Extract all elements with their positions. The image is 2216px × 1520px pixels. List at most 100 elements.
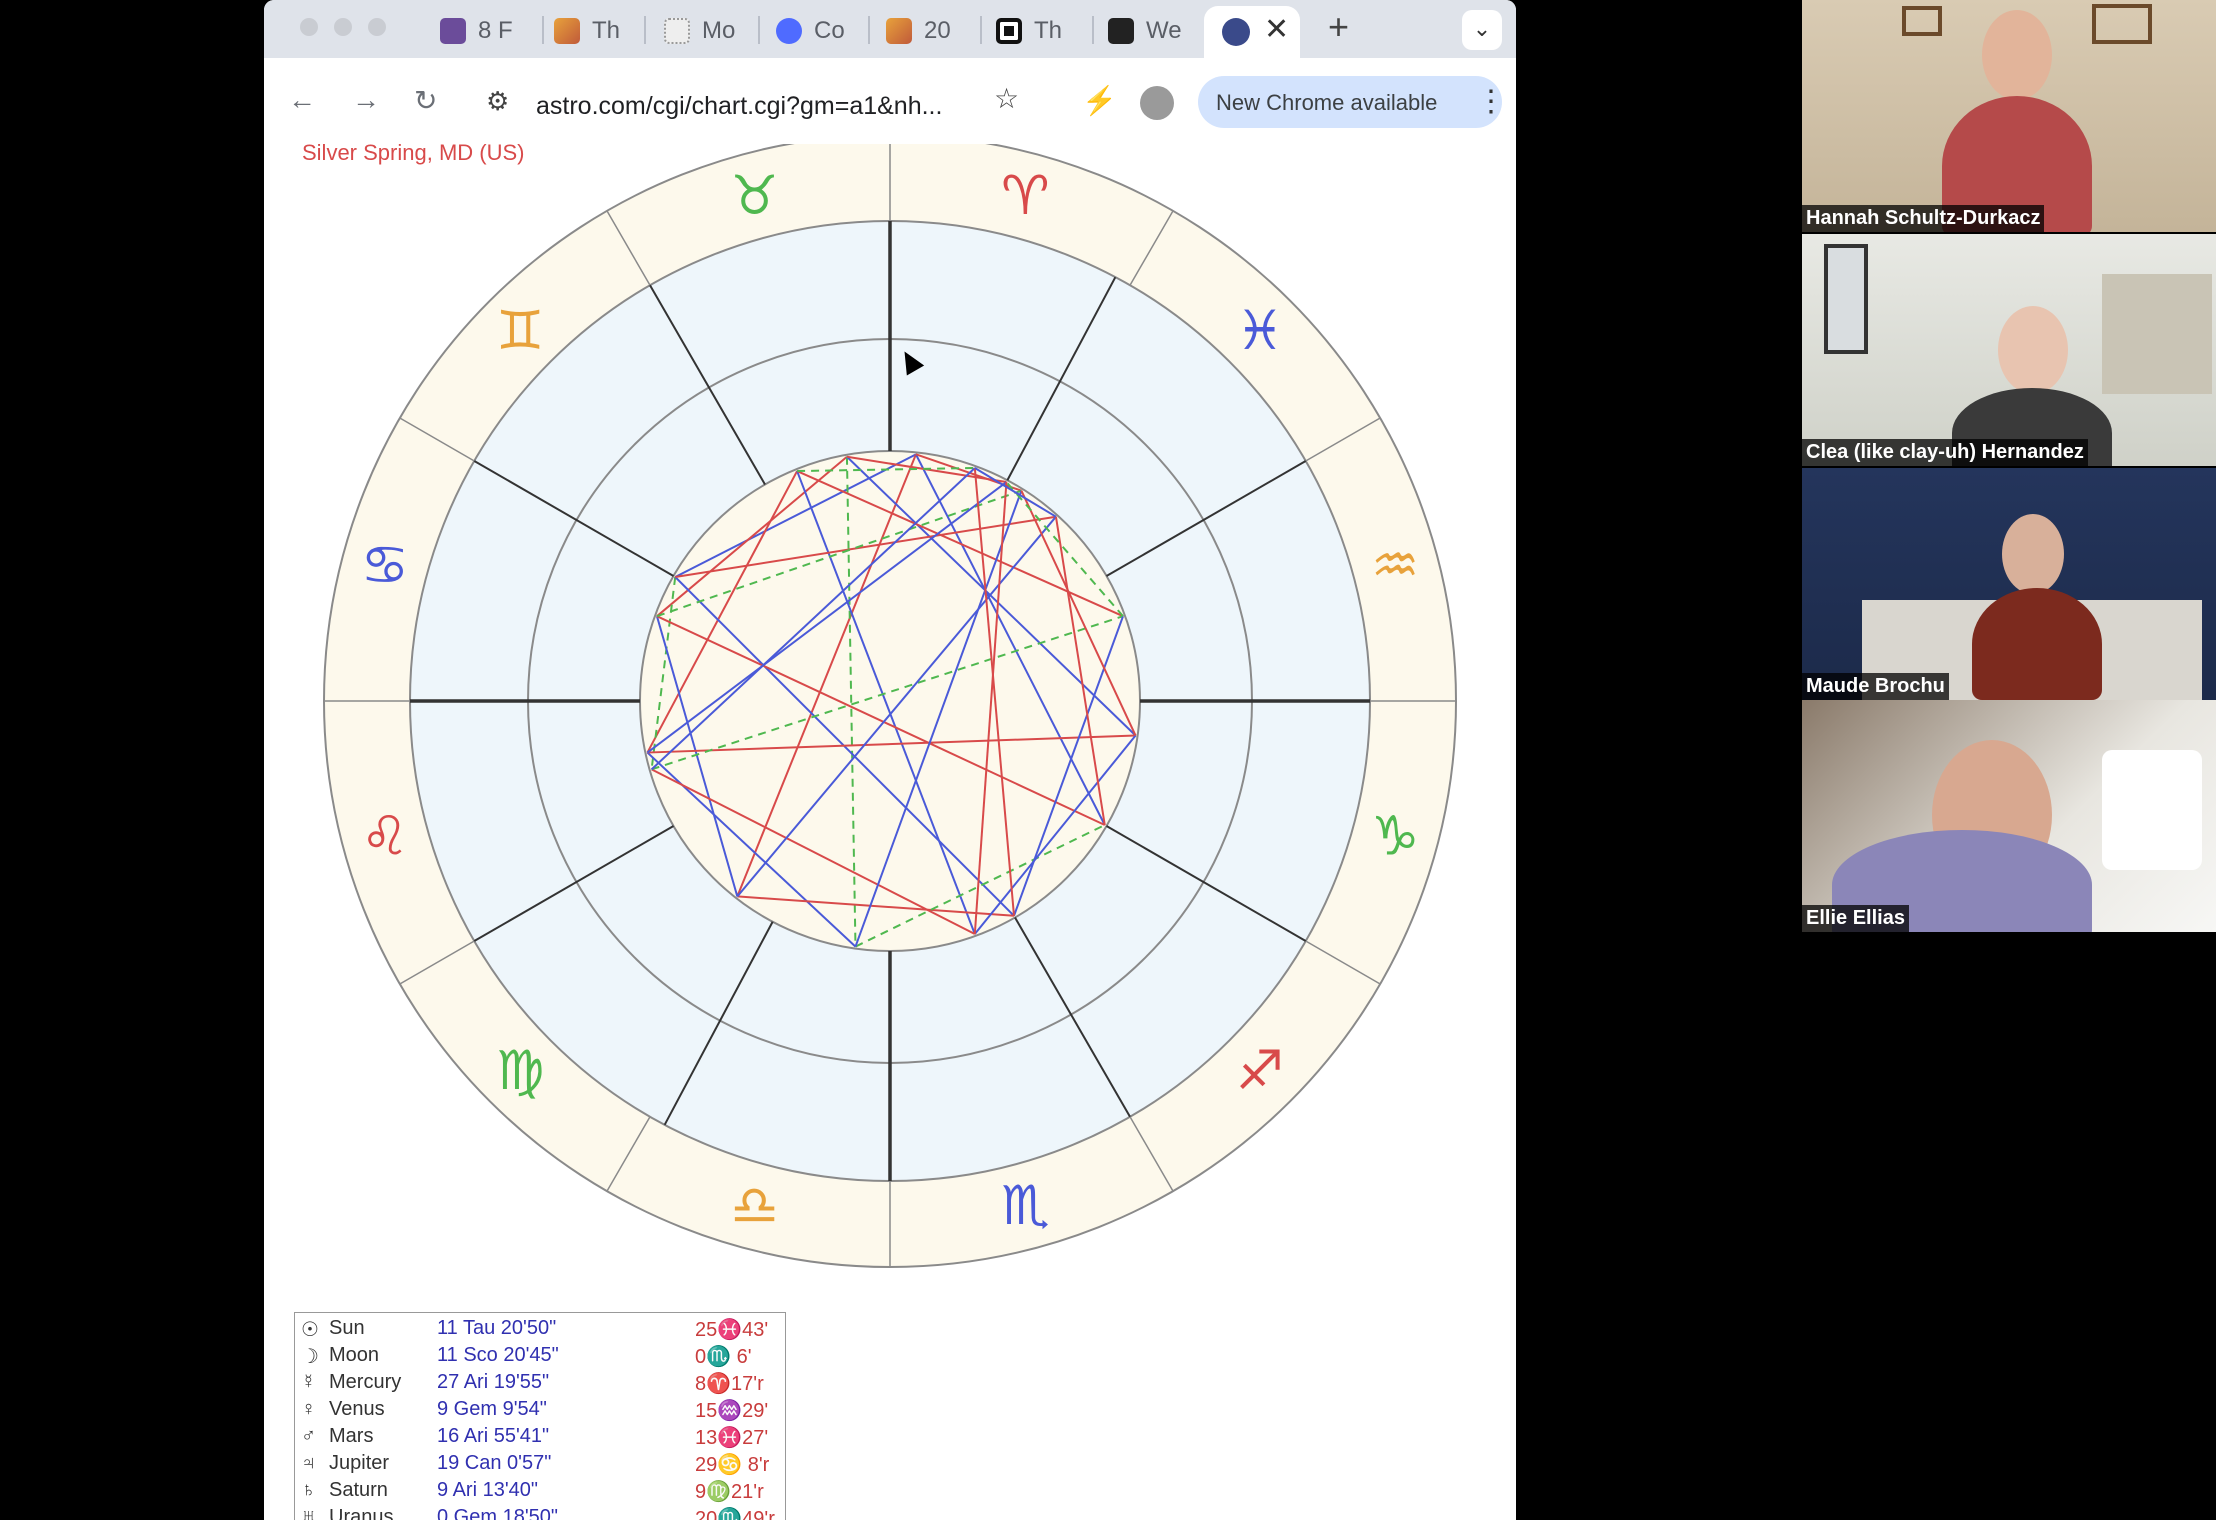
planet-name: Moon	[329, 1344, 380, 1366]
dots-icon	[664, 18, 690, 44]
browser-window: 8 F Th Mo Co 20 Th We ✕ + ⌄ ← → ↻ ⚙ astr…	[264, 0, 1516, 1520]
planet-name: Uranus	[329, 1506, 394, 1520]
kebab-menu-icon[interactable]: ⋮	[1476, 84, 1506, 119]
planet-name: Mercury	[329, 1371, 402, 1393]
participant-name: Maude Brochu	[1802, 673, 1949, 700]
active-tab[interactable]: ✕	[1204, 6, 1300, 58]
wall-frame	[2092, 4, 2152, 44]
tab-0[interactable]: 8 F	[440, 10, 513, 52]
url-text[interactable]: astro.com/cgi/chart.cgi?gm=a1&nh...	[536, 92, 942, 121]
rainbow-icon	[554, 18, 580, 44]
planet-transit: 8♈17'r	[695, 1373, 764, 1395]
web-page: ♉ ♈ ♓ ♒ ♑ ♐ ♏ ♎ ♍ ♌ ♋ ♊ Silver Spring, MD (US) ☉ Sun…	[264, 140, 1516, 1520]
planet-position-table: ☉ Sun 11 Tau 20'50" 25♓43' ☽ Moon 11 Sco 20'45…	[294, 1312, 786, 1520]
participant-name: Clea (like clay-uh) Hernandez	[1802, 439, 2088, 466]
site-settings-icon[interactable]: ⚙	[486, 86, 509, 117]
chart-location: Silver Spring, MD (US)	[302, 140, 525, 165]
zoom-window-button[interactable]	[368, 18, 386, 36]
planet-row: ♄ Saturn 9 Ari 13'40" 9♍21'r	[295, 1477, 787, 1504]
tab-label: Th	[1034, 17, 1063, 44]
planet-row: ♅ Uranus 0 Gem 18'50" 20♏49'r	[295, 1504, 787, 1520]
minimize-window-button[interactable]	[334, 18, 352, 36]
extension-icon[interactable]: ⚡	[1082, 84, 1117, 117]
planet-transit: 20♏49'r	[695, 1508, 775, 1520]
planet-glyph: ♀	[301, 1398, 316, 1420]
zodiac-sign-glyph: ♐	[1236, 1039, 1284, 1102]
wall-frame	[1824, 244, 1868, 354]
bookmark-star-icon[interactable]: ☆	[994, 82, 1019, 115]
profile-avatar[interactable]	[1140, 86, 1174, 120]
planet-transit: 29♋ 8'r	[695, 1454, 770, 1476]
tab-label: 20	[924, 17, 951, 44]
astro-favicon-icon	[1222, 18, 1250, 46]
wall-frame	[1902, 6, 1942, 36]
zodiac-sign-glyph: ♎	[730, 1174, 778, 1237]
tab-label: Co	[814, 17, 845, 44]
planet-glyph: ♅	[301, 1506, 316, 1520]
zodiac-sign-glyph: ♉	[730, 164, 778, 227]
planet-position: 11 Sco 20'45"	[437, 1344, 559, 1366]
window-light	[2102, 750, 2202, 870]
participant-tile-2[interactable]: Maude Brochu	[1802, 468, 2216, 700]
planet-position: 9 Ari 13'40"	[437, 1479, 538, 1501]
planet-name: Jupiter	[329, 1452, 390, 1474]
zodiac-sign-glyph: ♈	[1001, 164, 1049, 227]
planet-name: Venus	[329, 1398, 385, 1420]
planet-glyph: ☿	[301, 1371, 316, 1393]
planet-row: ♃ Jupiter 19 Can 0'57" 29♋ 8'r	[295, 1450, 787, 1477]
participant-tile-3[interactable]: Ellie Ellias	[1802, 700, 2216, 932]
tab-label: Th	[592, 17, 621, 44]
tab-1[interactable]: Th	[554, 10, 620, 52]
tab-2[interactable]: Mo	[664, 10, 735, 52]
planet-glyph: ♃	[301, 1452, 316, 1474]
planet-position: 0 Gem 18'50"	[437, 1506, 558, 1520]
tab-bar: 8 F Th Mo Co 20 Th We ✕ + ⌄	[264, 0, 1516, 58]
participant-name: Ellie Ellias	[1802, 905, 1909, 932]
planet-transit: 13♓27'	[695, 1427, 769, 1449]
planet-row: ♀ Venus 9 Gem 9'54" 15♒29'	[295, 1396, 787, 1423]
planet-row: ☿ Mercury 27 Ari 19'55" 8♈17'r	[295, 1369, 787, 1396]
zodiac-sign-glyph: ♌	[361, 804, 409, 867]
planet-glyph: ☽	[301, 1346, 319, 1368]
participant-tile-1[interactable]: Clea (like clay-uh) Hernandez	[1802, 234, 2216, 466]
rainbow-icon	[886, 18, 912, 44]
tab-3[interactable]: Co	[776, 10, 845, 52]
tab-5[interactable]: Th	[996, 10, 1062, 52]
planet-row: ☽ Moon 11 Sco 20'45" 0♏ 6'	[295, 1342, 787, 1369]
planet-name: Mars	[329, 1425, 374, 1447]
planet-glyph: ♂	[301, 1425, 316, 1447]
participant-tile-0[interactable]: Hannah Schultz-Durkacz	[1802, 0, 2216, 232]
planet-name: Saturn	[329, 1479, 388, 1501]
planet-position: 16 Ari 55'41"	[437, 1425, 550, 1447]
planet-transit: 15♒29'	[695, 1400, 769, 1422]
ring-icon	[996, 18, 1022, 44]
tab-label: Mo	[702, 17, 736, 44]
reload-icon[interactable]: ↻	[414, 84, 437, 117]
planet-glyph: ☉	[301, 1319, 319, 1341]
forward-icon[interactable]: →	[352, 84, 380, 116]
planet-transit: 0♏ 6'	[695, 1346, 752, 1368]
zodiac-sign-glyph: ♍	[496, 1039, 544, 1102]
new-tab-icon[interactable]: +	[1328, 6, 1349, 48]
c-logo-icon	[776, 18, 802, 44]
tab-6[interactable]: We	[1108, 10, 1182, 52]
back-icon[interactable]: ←	[288, 84, 316, 116]
tab-search-button[interactable]: ⌄	[1462, 10, 1502, 50]
close-window-button[interactable]	[300, 18, 318, 36]
planet-position: 9 Gem 9'54"	[437, 1398, 547, 1420]
zodiac-sign-glyph: ♏	[1001, 1174, 1049, 1237]
toolbar: ← → ↻ ⚙ astro.com/cgi/chart.cgi?gm=a1&nh…	[264, 58, 1516, 144]
tab-label: We	[1146, 17, 1182, 44]
close-tab-icon[interactable]: ✕	[1264, 12, 1289, 47]
zodiac-sign-glyph: ♒	[1371, 534, 1419, 597]
zodiac-sign-glyph: ♋	[361, 534, 409, 597]
planet-name: Sun	[329, 1317, 365, 1339]
zodiac-sign-glyph: ♊	[496, 299, 544, 362]
planet-row: ☉ Sun 11 Tau 20'50" 25♓43'	[295, 1315, 787, 1342]
planet-row: ♂ Mars 16 Ari 55'41" 13♓27'	[295, 1423, 787, 1450]
planet-position: 27 Ari 19'55"	[437, 1371, 550, 1393]
tab-4[interactable]: 20	[886, 10, 951, 52]
planet-position: 19 Can 0'57"	[437, 1452, 552, 1474]
shelf	[2102, 274, 2212, 394]
update-chrome-label: New Chrome available	[1216, 90, 1438, 115]
